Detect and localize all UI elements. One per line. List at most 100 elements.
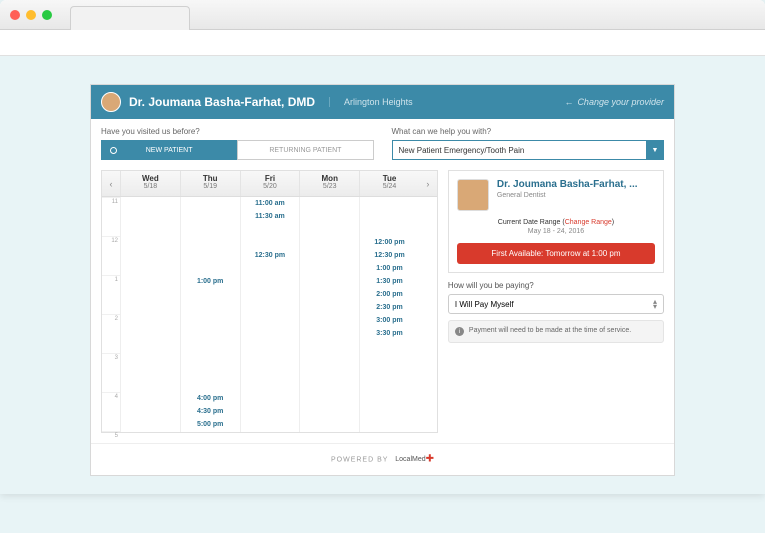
calendar-body: 11 12 1 2 3 4 5 1:00 pm [102, 197, 437, 432]
calendar-next-button[interactable]: › [419, 171, 437, 196]
info-icon: i [455, 327, 464, 336]
form-row: Have you visited us before? NEW PATIENT … [91, 119, 674, 170]
hour-label: 5 [102, 431, 120, 470]
arrow-left-icon: ← [564, 97, 573, 107]
provider-box: Dr. Joumana Basha-Farhat, ... General De… [448, 170, 664, 273]
day-name: Wed [121, 174, 180, 183]
day-header-tue: Tue 5/24 [359, 171, 419, 196]
header-bar: Dr. Joumana Basha-Farhat, DMD Arlington … [91, 85, 674, 119]
calendar: ‹ Wed 5/18 Thu 5/19 Fri 5/20 [101, 170, 438, 433]
day-name: Thu [181, 174, 240, 183]
col-wed [120, 197, 180, 432]
day-date: 5/24 [360, 183, 419, 190]
reason-value: New Patient Emergency/Tooth Pain [399, 146, 525, 155]
day-name: Mon [300, 174, 359, 183]
provider-name: Dr. Joumana Basha-Farhat, DMD [129, 95, 315, 109]
time-slot[interactable]: 5:00 pm [181, 418, 240, 431]
reason-select[interactable]: New Patient Emergency/Tooth Pain ▼ [392, 140, 665, 160]
time-slot[interactable]: 4:30 pm [181, 405, 240, 418]
first-available-button[interactable]: First Available: Tomorrow at 1:00 pm [457, 243, 655, 264]
time-slot[interactable]: 1:00 pm [360, 262, 419, 275]
time-slot[interactable]: 1:30 pm [360, 275, 419, 288]
hour-label: 2 [102, 314, 120, 353]
col-thu: 1:00 pm 4:00 pm 4:30 pm 5:00 pm [180, 197, 240, 432]
day-date: 5/23 [300, 183, 359, 190]
chevron-down-icon: ▼ [646, 140, 664, 160]
footer: POWERED BY LocalMed✚ [91, 443, 674, 475]
payment-section: How will you be paying? I Will Pay Mysel… [448, 281, 664, 343]
time-slot[interactable]: 4:00 pm [181, 392, 240, 405]
minimize-window-icon[interactable] [26, 10, 36, 20]
change-provider-label: Change your provider [577, 97, 664, 107]
time-slot[interactable]: 12:30 pm [360, 249, 419, 262]
calendar-columns: 1:00 pm 4:00 pm 4:30 pm 5:00 pm 11:00 am… [120, 197, 419, 432]
traffic-lights [10, 10, 52, 20]
maximize-window-icon[interactable] [42, 10, 52, 20]
day-header-wed: Wed 5/18 [120, 171, 180, 196]
date-range-close: ) [612, 219, 614, 226]
visited-label: Have you visited us before? [101, 127, 374, 136]
time-slot[interactable]: 12:00 pm [360, 236, 419, 249]
new-patient-label: NEW PATIENT [146, 147, 193, 154]
location-label: Arlington Heights [329, 97, 413, 107]
visited-before-col: Have you visited us before? NEW PATIENT … [101, 127, 374, 160]
patient-type-toggle: NEW PATIENT RETURNING PATIENT [101, 140, 374, 160]
time-slot[interactable]: 2:00 pm [360, 288, 419, 301]
day-name: Fri [241, 174, 300, 183]
day-header-mon: Mon 5/23 [299, 171, 359, 196]
day-date: 5/20 [241, 183, 300, 190]
hour-label: 11 [102, 197, 120, 236]
time-slot[interactable]: 11:00 am [241, 197, 300, 210]
change-provider-link[interactable]: ← Change your provider [564, 97, 664, 107]
col-mon [299, 197, 359, 432]
returning-patient-label: RETURNING PATIENT [269, 147, 341, 154]
time-slot[interactable]: 3:00 pm [360, 314, 419, 327]
browser-chrome [0, 0, 765, 30]
brand-text: LocalMed [395, 456, 425, 463]
booking-card: Dr. Joumana Basha-Farhat, DMD Arlington … [90, 84, 675, 476]
close-window-icon[interactable] [10, 10, 20, 20]
pay-value: I Will Pay Myself [455, 300, 514, 309]
hour-label: 4 [102, 392, 120, 431]
help-label: What can we help you with? [392, 127, 665, 136]
col-tue: 12:00 pm 12:30 pm 1:00 pm 1:30 pm 2:00 p… [359, 197, 419, 432]
reason-col: What can we help you with? New Patient E… [392, 127, 665, 160]
hour-label: 12 [102, 236, 120, 275]
hour-label: 1 [102, 275, 120, 314]
sidebar-provider-name: Dr. Joumana Basha-Farhat, ... [497, 179, 638, 190]
provider-head: Dr. Joumana Basha-Farhat, ... General De… [457, 179, 655, 211]
brand-label: LocalMed✚ [395, 456, 434, 463]
change-range-link[interactable]: Change Range [565, 219, 612, 226]
date-range-value: May 18 - 24, 2016 [457, 228, 655, 235]
time-slot[interactable]: 11:30 am [241, 210, 300, 223]
returning-patient-button[interactable]: RETURNING PATIENT [237, 140, 373, 160]
day-header-fri: Fri 5/20 [240, 171, 300, 196]
day-name: Tue [360, 174, 419, 183]
pay-note-text: Payment will need to be made at the time… [469, 327, 631, 336]
day-header-thu: Thu 5/19 [180, 171, 240, 196]
new-patient-button[interactable]: NEW PATIENT [101, 140, 237, 160]
sidebar: Dr. Joumana Basha-Farhat, ... General De… [448, 170, 664, 433]
browser-tab[interactable] [70, 6, 190, 30]
day-date: 5/18 [121, 183, 180, 190]
spacer [419, 197, 437, 432]
provider-type: General Dentist [497, 192, 638, 199]
hour-labels: 11 12 1 2 3 4 5 [102, 197, 120, 432]
plus-icon: ✚ [426, 454, 434, 465]
payment-select[interactable]: I Will Pay Myself ▴▾ [448, 294, 664, 314]
stepper-icon: ▴▾ [653, 299, 657, 309]
time-slot[interactable]: 3:30 pm [360, 327, 419, 340]
pay-label: How will you be paying? [448, 281, 664, 290]
time-slot[interactable]: 2:30 pm [360, 301, 419, 314]
hour-label: 3 [102, 353, 120, 392]
time-slot[interactable]: 12:30 pm [241, 249, 300, 262]
time-slot[interactable]: 1:00 pm [181, 275, 240, 288]
col-fri: 11:00 am 11:30 am 12:30 pm [240, 197, 300, 432]
date-range-label: Current Date Range ( [498, 219, 565, 226]
url-bar[interactable] [0, 30, 765, 56]
powered-by-label: POWERED BY [331, 456, 388, 463]
calendar-prev-button[interactable]: ‹ [102, 171, 120, 196]
content-row: ‹ Wed 5/18 Thu 5/19 Fri 5/20 [91, 170, 674, 443]
provider-photo-icon [457, 179, 489, 211]
page-content: Dr. Joumana Basha-Farhat, DMD Arlington … [0, 56, 765, 494]
